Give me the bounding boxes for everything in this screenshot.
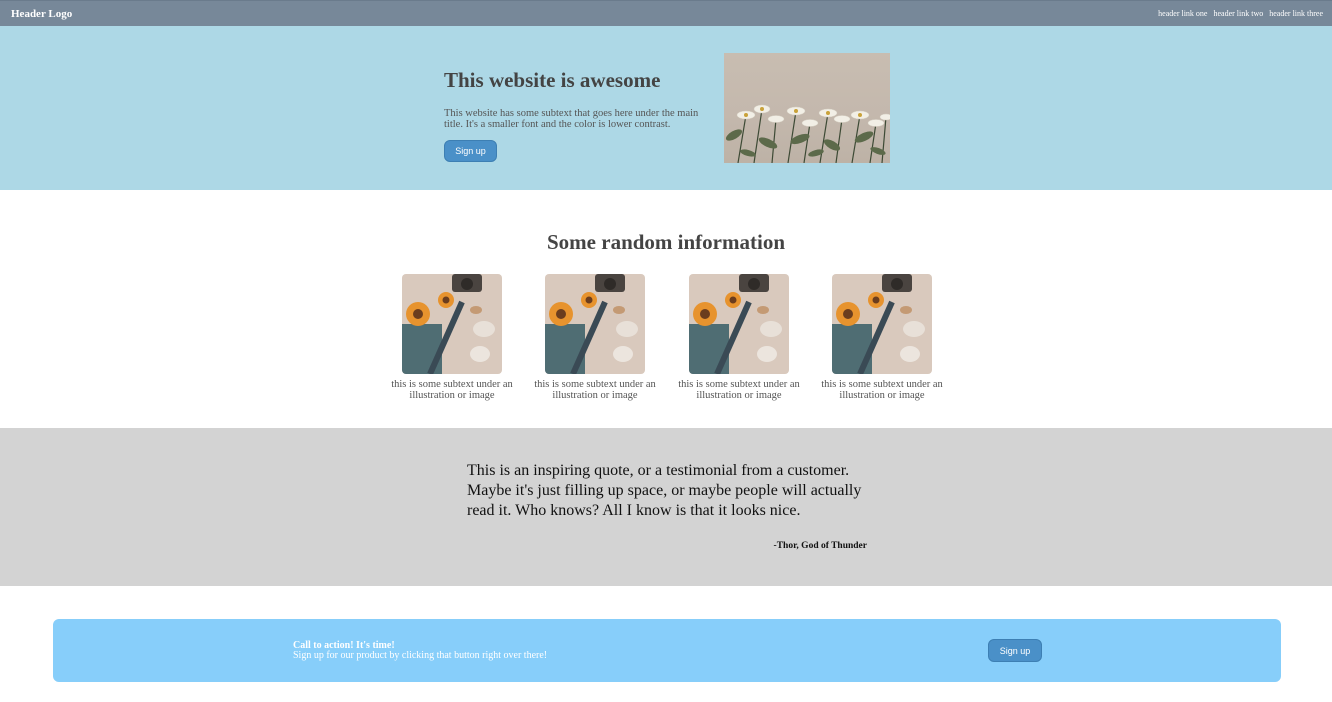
info-title: Some random information (547, 230, 785, 254)
header-link-one[interactable]: header link one (1158, 9, 1207, 18)
quote-section: This is an inspiring quote, or a testimo… (0, 428, 1332, 586)
header-nav: header link one header link two header l… (1158, 9, 1323, 18)
info-card: this is some subtext under an illustrati… (531, 274, 659, 401)
still-life-illustration (832, 274, 932, 374)
cta-banner: Call to action! It's time! Sign up for o… (53, 619, 1281, 682)
flowers-illustration (725, 104, 890, 163)
header-logo[interactable]: Header Logo (11, 8, 72, 20)
quote-author: -Thor, God of Thunder (773, 541, 867, 551)
hero-flowers-image (724, 53, 890, 163)
hero-section: This website is awesome This website has… (0, 26, 1332, 190)
info-card-caption: this is some subtext under an illustrati… (821, 379, 943, 401)
info-card: this is some subtext under an illustrati… (818, 274, 946, 401)
info-card-caption: this is some subtext under an illustrati… (391, 379, 513, 401)
info-card-image (832, 274, 932, 374)
header-link-three[interactable]: header link three (1269, 9, 1323, 18)
info-card: this is some subtext under an illustrati… (675, 274, 803, 401)
info-card-image (689, 274, 789, 374)
info-card: this is some subtext under an illustrati… (388, 274, 516, 401)
header-link-two[interactable]: header link two (1213, 9, 1263, 18)
info-card-image (545, 274, 645, 374)
cta-signup-button[interactable]: Sign up (988, 639, 1042, 662)
hero-signup-button[interactable]: Sign up (444, 140, 497, 162)
hero-title: This website is awesome (444, 68, 661, 92)
cta-subtext: Sign up for our product by clicking that… (293, 650, 548, 661)
site-header: Header Logo header link one header link … (0, 0, 1332, 26)
info-card-image (402, 274, 502, 374)
still-life-illustration (402, 274, 502, 374)
still-life-illustration (545, 274, 645, 374)
info-card-caption: this is some subtext under an illustrati… (678, 379, 800, 401)
hero-subtext: This website has some subtext that goes … (444, 108, 699, 130)
still-life-illustration (689, 274, 789, 374)
quote-text: This is an inspiring quote, or a testimo… (467, 462, 862, 519)
info-card-caption: this is some subtext under an illustrati… (534, 379, 656, 401)
